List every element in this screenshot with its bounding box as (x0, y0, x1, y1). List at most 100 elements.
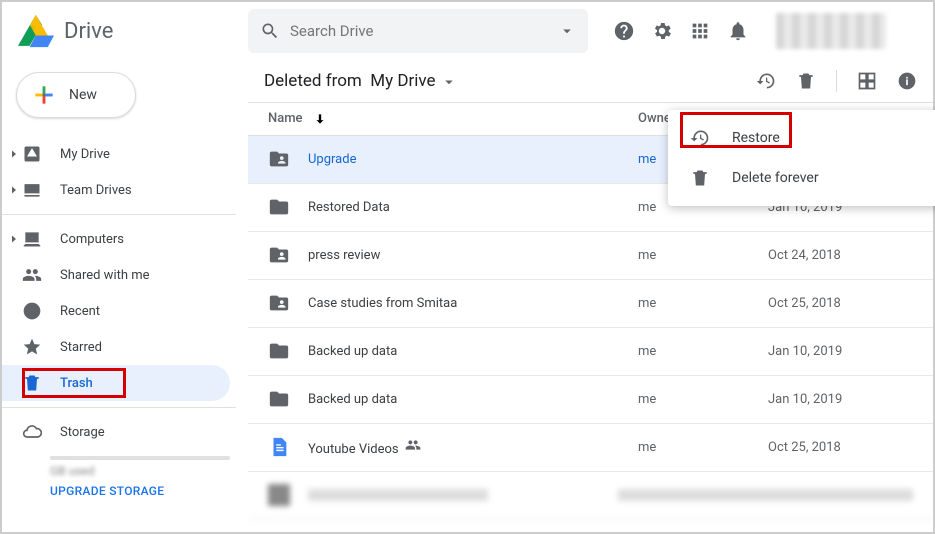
sidebar-item-starred[interactable]: Starred (2, 329, 230, 365)
separator (2, 407, 236, 408)
page-title-prefix: Deleted from (264, 71, 362, 91)
scope-dropdown[interactable] (440, 71, 458, 91)
drive-logo-icon (18, 13, 54, 49)
separator (2, 214, 236, 215)
sidebar-item-storage[interactable]: Storage (2, 414, 230, 450)
file-modified: Oct 24, 2018 (768, 248, 913, 263)
file-modified: Oct 25, 2018 (768, 440, 913, 455)
mydrive-icon (22, 144, 42, 164)
sidebar-item-label: Team Drives (60, 183, 132, 198)
search-box[interactable] (248, 9, 588, 53)
sidebar-item-shared[interactable]: Shared with me (2, 257, 230, 293)
header: Drive (2, 2, 933, 60)
sort-arrow-icon (313, 112, 327, 126)
help-button[interactable] (612, 19, 636, 43)
cloud-icon (22, 422, 42, 442)
trash-icon (690, 168, 710, 188)
star-icon (22, 337, 42, 357)
plus-icon (31, 82, 57, 108)
page-title-scope[interactable]: My Drive (370, 71, 435, 91)
sidebar-item-label: Computers (60, 232, 124, 247)
file-name: Backed up data (308, 344, 638, 359)
shared-icon (22, 265, 42, 285)
storage-used-text: GB used (50, 464, 248, 478)
file-owner: me (638, 296, 768, 311)
account-avatar[interactable] (776, 13, 886, 49)
grid-view-icon[interactable] (857, 71, 877, 91)
upgrade-storage-link[interactable]: UPGRADE STORAGE (50, 484, 248, 498)
toolbar-actions (756, 70, 917, 92)
settings-button[interactable] (650, 19, 674, 43)
file-modified: Jan 10, 2019 (768, 344, 913, 359)
context-menu-delete-forever[interactable]: Delete forever (668, 158, 935, 198)
sidebar-item-mydrive[interactable]: My Drive (2, 136, 230, 172)
table-row[interactable]: Youtube VideosmeOct 25, 2018 (248, 424, 933, 472)
team-icon (22, 180, 42, 200)
chevron-down-icon (440, 73, 458, 91)
bell-icon (727, 20, 749, 42)
gear-icon (651, 20, 673, 42)
sidebar-item-label: Recent (60, 304, 100, 319)
folder-icon (268, 340, 290, 362)
new-button[interactable]: New (16, 72, 136, 118)
sidebar: New My Drive Team Drives Computers Share… (2, 60, 248, 532)
sidebar-item-computers[interactable]: Computers (2, 221, 230, 257)
caret-icon (8, 180, 20, 200)
new-button-label: New (69, 87, 97, 103)
apps-button[interactable] (688, 19, 712, 43)
sidebar-item-label: My Drive (60, 147, 110, 162)
content-header: Deleted from My Drive (248, 60, 933, 102)
table-row[interactable]: Backed up datameJan 10, 2019 (248, 376, 933, 424)
context-menu-label: Restore (732, 130, 780, 146)
caret-icon (8, 144, 20, 164)
search-options-icon[interactable] (558, 22, 576, 40)
restore-icon[interactable] (756, 71, 776, 91)
table-row[interactable]: press reviewmeOct 24, 2018 (248, 232, 933, 280)
table-row[interactable]: Backed up datameJan 10, 2019 (248, 328, 933, 376)
context-menu-label: Delete forever (732, 170, 819, 186)
separator (836, 70, 837, 92)
caret-icon (8, 229, 20, 249)
file-owner: me (638, 392, 768, 407)
folder-shared-icon (268, 292, 290, 314)
folder-icon (268, 196, 290, 218)
sidebar-item-label: Storage (60, 425, 105, 440)
column-name[interactable]: Name (268, 111, 638, 126)
context-menu: Restore Delete forever (668, 110, 935, 206)
shared-badge-icon (405, 437, 421, 453)
restore-icon (690, 128, 710, 148)
apps-icon (689, 20, 711, 42)
content: Deleted from My Drive Name Owner Last mo… (248, 60, 933, 532)
info-icon[interactable] (897, 71, 917, 91)
app-name: Drive (64, 19, 113, 44)
storage-bar (50, 456, 230, 460)
file-modified: Jan 10, 2019 (768, 392, 913, 407)
folder-icon (268, 388, 290, 410)
help-icon (613, 20, 635, 42)
notifications-button[interactable] (726, 19, 750, 43)
doc-icon (268, 436, 290, 458)
file-name: Backed up data (308, 392, 638, 407)
file-owner: me (638, 248, 768, 263)
sidebar-item-label: Starred (60, 340, 102, 355)
file-name: Case studies from Smitaa (308, 296, 638, 311)
sidebar-item-recent[interactable]: Recent (2, 293, 230, 329)
sidebar-item-label: Shared with me (60, 268, 150, 283)
sidebar-item-trash[interactable]: Trash (2, 365, 230, 401)
search-input[interactable] (290, 22, 558, 40)
context-menu-restore[interactable]: Restore (668, 118, 935, 158)
file-name: Restored Data (308, 200, 638, 215)
folder-shared-icon (268, 244, 290, 266)
sidebar-item-label: Trash (60, 376, 93, 391)
file-owner: me (638, 440, 768, 455)
table-row[interactable] (248, 472, 933, 520)
search-icon (260, 21, 280, 41)
sidebar-item-teamdrives[interactable]: Team Drives (2, 172, 230, 208)
file-owner: me (638, 344, 768, 359)
page-title: Deleted from My Drive (264, 71, 458, 91)
folder-shared-icon (268, 148, 290, 170)
delete-forever-icon[interactable] (796, 71, 816, 91)
file-name: press review (308, 248, 638, 263)
table-row[interactable]: Case studies from SmitaameOct 25, 2018 (248, 280, 933, 328)
logo-area: Drive (18, 13, 248, 49)
